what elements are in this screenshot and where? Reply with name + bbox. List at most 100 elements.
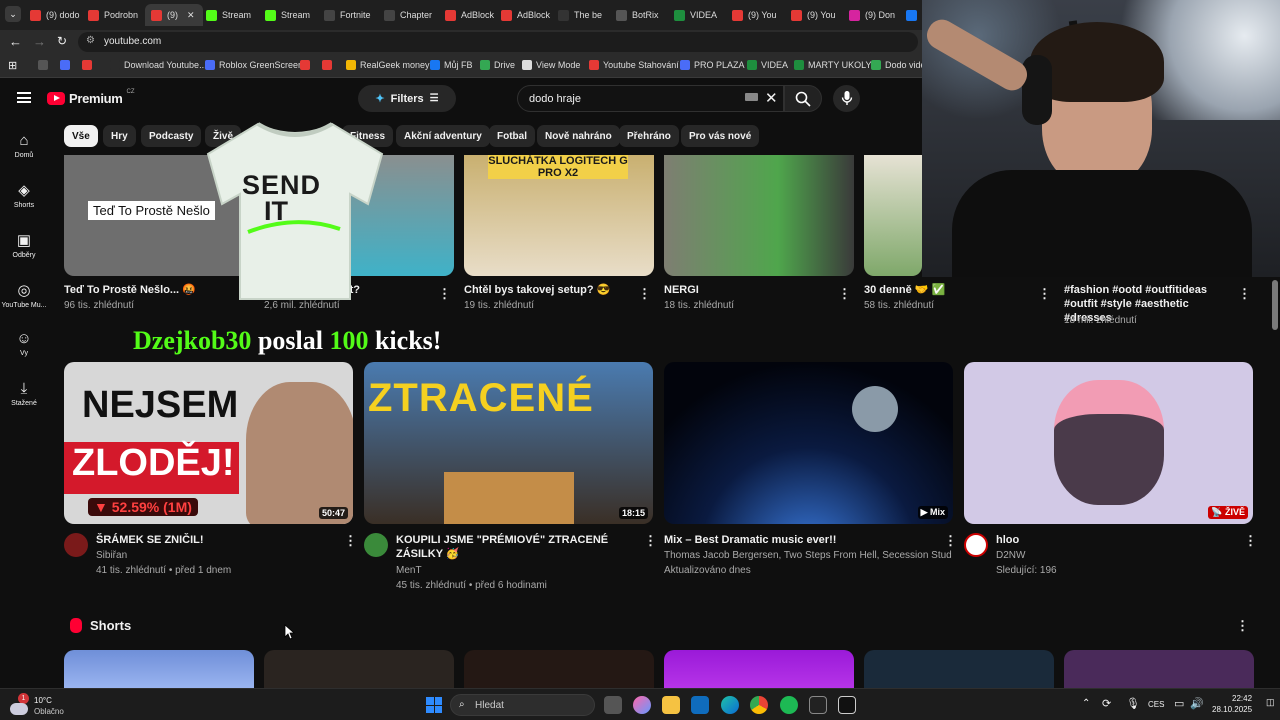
shorts-more-icon[interactable]: ⋮ — [1236, 618, 1249, 634]
filter-chip[interactable]: Fotbal — [489, 125, 535, 147]
spotify-icon[interactable] — [780, 696, 798, 714]
browser-tab[interactable] — [906, 4, 917, 26]
notifications-icon[interactable]: ◫ — [1266, 697, 1275, 708]
copilot-icon[interactable] — [633, 696, 651, 714]
bookmark-item[interactable] — [300, 60, 314, 70]
bookmark-item[interactable] — [322, 60, 336, 70]
short-thumbnail[interactable] — [864, 650, 1054, 688]
file-explorer-icon[interactable] — [662, 696, 680, 714]
browser-tab[interactable]: Fortnite — [324, 4, 381, 26]
filter-chip[interactable]: Hry — [103, 125, 136, 147]
sidebar-item[interactable]: ⤓ Stažené — [0, 380, 48, 407]
bookmark-item[interactable] — [60, 60, 74, 70]
channel-avatar[interactable] — [964, 533, 988, 557]
filters-button[interactable]: ✦ Filters ☰ — [358, 85, 456, 112]
epic-games-icon[interactable] — [838, 696, 856, 714]
more-actions-icon[interactable]: ⋮ — [1238, 286, 1251, 302]
language-indicator[interactable]: CES — [1148, 700, 1164, 709]
browser-tab[interactable]: (9) You — [732, 4, 788, 26]
bookmark-item[interactable]: MARTY UKOLY — [794, 60, 872, 70]
short-thumbnail[interactable] — [64, 650, 254, 688]
video-title[interactable]: Chtěl bys takovej setup? 😎 — [464, 283, 624, 297]
bookmark-item[interactable]: PRO PLAZA — [680, 60, 745, 70]
bookmark-item[interactable]: Download Youtube... — [110, 60, 207, 70]
browser-tab[interactable]: Chapter — [384, 4, 442, 26]
more-actions-icon[interactable]: ⋮ — [1244, 533, 1257, 549]
bookmark-item[interactable]: Roblox GreenScreen — [205, 60, 303, 70]
forward-icon[interactable]: → — [33, 34, 46, 49]
more-actions-icon[interactable]: ⋮ — [944, 533, 957, 549]
browser-tab[interactable]: Stream — [265, 4, 321, 26]
channel-name[interactable]: Sibiřan — [96, 548, 331, 563]
video-thumbnail[interactable] — [664, 155, 854, 276]
apps-grid-icon[interactable]: ⊞ — [8, 59, 17, 72]
sidebar-item[interactable]: ◈ Shorts — [0, 181, 48, 209]
clock-time[interactable]: 22:42 — [1232, 694, 1252, 703]
browser-tab[interactable]: (9) dodo — [30, 4, 85, 26]
tray-mic-icon[interactable]: 🎙 — [1126, 697, 1140, 710]
tray-app-icon[interactable]: ⟳ — [1102, 697, 1111, 710]
video-thumbnail[interactable]: SLUCHÁTKA LOGITECH G PRO X2 — [464, 155, 654, 276]
volume-icon[interactable]: 🔊 — [1190, 697, 1204, 710]
channel-name[interactable]: D2NW — [996, 548, 1231, 563]
browser-tab[interactable]: Podrobn — [88, 4, 142, 26]
bookmark-item[interactable] — [82, 60, 96, 70]
search-button[interactable] — [784, 85, 822, 112]
taskbar-search-input[interactable]: ⌕ Hledat — [450, 694, 595, 716]
video-title[interactable]: KOUPILI JSME "PRÉMIOVÉ" ZTRACENÉ ZÁSILKY… — [396, 533, 631, 561]
close-tab-icon[interactable]: ✕ — [187, 10, 195, 21]
more-actions-icon[interactable]: ⋮ — [638, 286, 651, 302]
video-title[interactable]: NERGI — [664, 283, 824, 297]
tray-overflow-icon[interactable]: ⌃ — [1082, 698, 1090, 709]
sidebar-item[interactable]: ⌂ Domů — [0, 132, 48, 159]
short-thumbnail[interactable] — [264, 650, 454, 688]
task-view-icon[interactable] — [604, 696, 622, 714]
keyboard-icon[interactable] — [745, 93, 758, 101]
more-actions-icon[interactable]: ⋮ — [344, 533, 357, 549]
search-input[interactable]: dodo hraje ✕ — [517, 85, 784, 112]
filter-chip[interactable]: Nově nahráno — [537, 125, 620, 147]
youtube-logo[interactable]: Premium CZ — [47, 89, 135, 106]
more-actions-icon[interactable]: ⋮ — [1038, 286, 1051, 302]
browser-tab[interactable]: The be — [558, 4, 613, 26]
bookmark-item[interactable]: Youtube Stahování — [589, 60, 679, 70]
filter-chip[interactable]: Přehráno — [619, 125, 679, 147]
video-thumbnail[interactable]: NEJSEM ZLODĚJ! ▼ 52.59% (1M) 50:47 — [64, 362, 353, 524]
network-icon[interactable]: ▭ — [1174, 697, 1184, 710]
url-field[interactable]: ⚙ youtube.com — [78, 32, 918, 52]
video-thumbnail[interactable] — [864, 155, 922, 276]
edge-icon[interactable] — [721, 696, 739, 714]
filter-chip[interactable]: Vše — [64, 125, 98, 147]
more-actions-icon[interactable]: ⋮ — [644, 533, 657, 549]
video-title[interactable]: 30 denně 🤝 ✅ — [864, 283, 1024, 297]
more-actions-icon[interactable]: ⋮ — [838, 286, 851, 302]
channel-name[interactable]: MenT — [396, 563, 631, 578]
site-info-icon[interactable]: ⚙ — [86, 35, 95, 46]
browser-tab[interactable]: AdBlock — [501, 4, 555, 26]
video-thumbnail[interactable]: ▶ Mix — [664, 362, 953, 524]
short-thumbnail[interactable] — [664, 650, 854, 688]
bookmark-item[interactable]: View Mode — [522, 60, 580, 70]
chrome-icon[interactable] — [750, 696, 768, 714]
bookmark-item[interactable]: Můj FB — [430, 60, 473, 70]
bookmark-item[interactable]: Dodo vide — [871, 60, 926, 70]
sidebar-item[interactable]: ☺ Vy — [0, 330, 48, 357]
browser-tab[interactable]: Stream — [206, 4, 262, 26]
browser-tab[interactable]: AdBlock — [445, 4, 498, 26]
video-thumbnail[interactable]: 📡 ŽIVĚ — [964, 362, 1253, 524]
video-title[interactable]: ŠRÁMEK SE ZNIČIL! — [96, 533, 331, 547]
sidebar-item[interactable]: ▣ Odběry — [0, 231, 48, 259]
filter-chip[interactable]: Podcasty — [141, 125, 202, 147]
start-button[interactable] — [426, 697, 442, 713]
filter-chip[interactable]: Akční adventury — [396, 125, 490, 147]
browser-tab[interactable]: (9) ✕ — [145, 4, 203, 26]
bookmark-item[interactable]: RealGeek money — [346, 60, 430, 70]
video-title[interactable]: hloo — [996, 533, 1231, 547]
outlook-icon[interactable] — [691, 696, 709, 714]
voice-search-button[interactable] — [833, 85, 860, 112]
short-thumbnail[interactable] — [464, 650, 654, 688]
sidebar-item[interactable]: ◎ YouTube Mu... — [0, 281, 48, 309]
terminal-icon[interactable] — [809, 696, 827, 714]
page-scrollbar[interactable] — [1272, 280, 1278, 330]
reload-icon[interactable]: ↻ — [57, 34, 67, 48]
